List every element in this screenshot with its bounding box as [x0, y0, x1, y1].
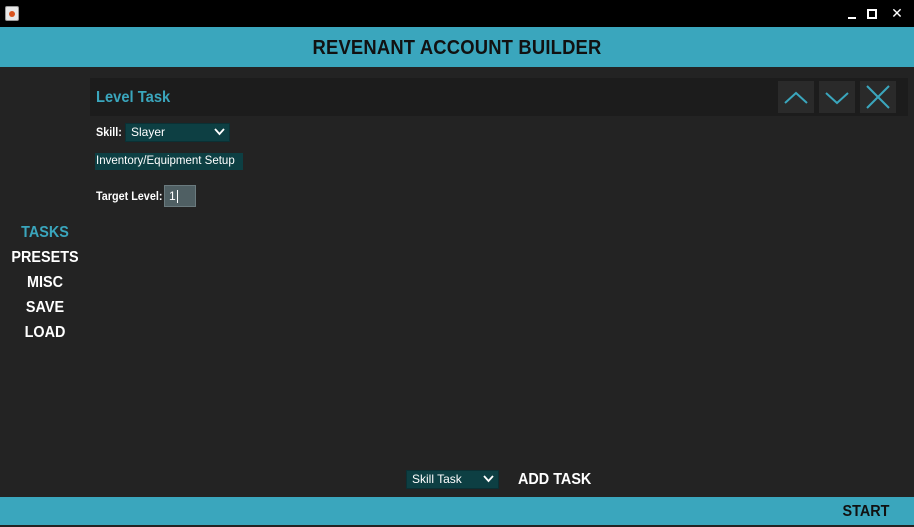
close-icon: [866, 85, 890, 109]
java-cup-icon: [5, 6, 19, 21]
nav-item-save[interactable]: SAVE: [5, 295, 86, 320]
add-task-button[interactable]: ADD TASK: [518, 470, 591, 490]
task-type-select[interactable]: Skill Task: [406, 470, 499, 489]
footer-bar: START: [0, 497, 914, 525]
side-nav: TASKS PRESETS MISC SAVE LOAD: [0, 220, 90, 345]
skill-label: Skill:: [96, 125, 122, 139]
move-down-button[interactable]: [819, 81, 855, 113]
target-level-input[interactable]: 1: [164, 185, 196, 207]
nav-item-misc[interactable]: MISC: [5, 270, 86, 295]
nav-item-load[interactable]: LOAD: [5, 320, 86, 345]
target-level-label: Target Level:: [96, 189, 163, 203]
nav-item-tasks[interactable]: TASKS: [5, 220, 86, 245]
minimize-icon[interactable]: [842, 4, 864, 24]
task-card-header: Level Task: [90, 78, 908, 116]
skill-select[interactable]: Slayer: [125, 123, 230, 142]
maximize-icon[interactable]: [862, 4, 884, 24]
move-up-button[interactable]: [778, 81, 814, 113]
app-header: REVENANT ACCOUNT BUILDER: [0, 27, 914, 67]
chevron-down-icon: [483, 475, 494, 483]
window-title-bar: ✕: [0, 0, 914, 27]
text-caret: [176, 190, 178, 204]
chevron-down-icon: [825, 92, 849, 105]
remove-task-button[interactable]: [860, 81, 896, 113]
chevron-up-icon: [784, 91, 808, 104]
skill-select-value: Slayer: [131, 125, 166, 139]
chevron-down-icon: [214, 128, 225, 136]
close-window-icon[interactable]: ✕: [886, 4, 908, 24]
app-title: REVENANT ACCOUNT BUILDER: [312, 37, 602, 59]
task-title: Level Task: [96, 89, 171, 106]
target-level-value: 1: [169, 189, 176, 203]
start-button[interactable]: START: [841, 497, 891, 525]
inventory-equipment-setup-button[interactable]: Inventory/Equipment Setup: [95, 153, 243, 170]
task-type-select-value: Skill Task: [412, 472, 462, 486]
nav-item-presets[interactable]: PRESETS: [5, 245, 86, 270]
